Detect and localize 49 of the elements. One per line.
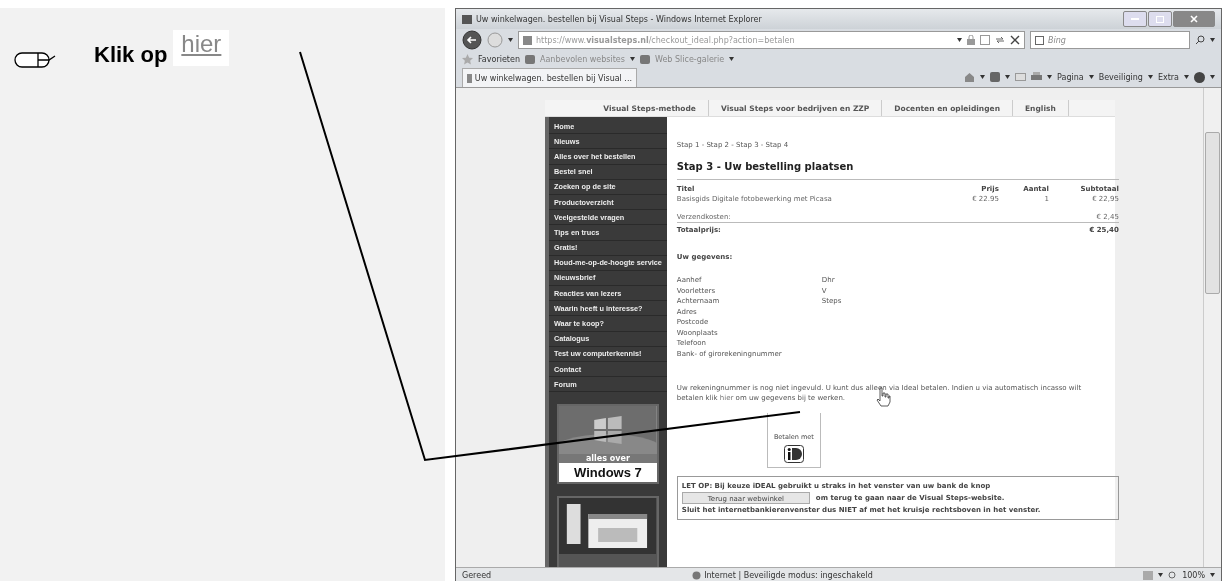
minimize-button[interactable] [1123,11,1147,27]
command-menu[interactable]: Extra [1157,72,1179,82]
instruction-text: Klik op [94,42,168,68]
scrollbar[interactable] [1203,88,1221,567]
caret-icon[interactable] [1005,75,1011,79]
caret-icon[interactable] [1158,573,1164,577]
security-zone-text: Internet | Beveiligde modus: ingeschakeld [704,570,873,580]
caret-icon[interactable] [957,38,962,42]
caret-icon[interactable] [729,57,735,61]
page-heading: Stap 3 - Uw bestelling plaatsen [676,161,1119,180]
close-icon[interactable] [1010,35,1020,45]
url-text: https://www.visualsteps.nl/checkout_ideal.php?action=betalen [536,35,795,45]
promo-banner[interactable]: alles over Windows 7 [557,404,659,485]
ideal-logo-icon [783,445,804,463]
caret-icon[interactable] [1147,75,1153,79]
lock-icon[interactable] [967,35,975,45]
star-icon[interactable] [462,53,473,65]
maximize-icon [1156,15,1164,23]
scroll-thumb[interactable] [1205,132,1220,294]
caret-icon[interactable] [1210,38,1215,42]
promo-title: Windows 7 [573,464,643,483]
caret-icon[interactable] [1210,75,1215,79]
command-menu[interactable]: Beveiliging [1098,72,1143,82]
caret-icon[interactable] [1047,75,1053,79]
home-icon[interactable] [964,72,976,82]
zoom-level[interactable]: 100% [1182,570,1205,580]
print-icon[interactable] [1031,72,1043,82]
back-button[interactable] [462,30,482,50]
close-icon [1190,15,1198,23]
caret-icon[interactable] [508,38,513,42]
caret-icon[interactable] [1210,573,1215,577]
link-sample: hier [173,30,230,66]
search-icon[interactable] [1195,35,1205,45]
favorites-item[interactable]: Favorieten [478,54,520,64]
mouse-icon [14,52,58,68]
promo-band: alles over [559,454,657,464]
minimize-icon [1131,17,1139,21]
caret-icon[interactable] [1088,75,1094,79]
window-title: Uw winkelwagen. bestellen bij Visual Steps - Windows Internet Explorer [476,14,762,24]
search-field[interactable]: Bing [1030,31,1190,49]
browser-tab[interactable]: Uw winkelwagen. bestellen bij Visual ... [462,68,637,87]
refresh-icon[interactable] [995,35,1005,45]
search-placeholder: Bing [1048,35,1066,45]
command-menu[interactable]: Pagina [1057,72,1084,82]
caret-icon[interactable] [1184,75,1189,79]
caret-icon[interactable] [629,57,635,61]
maximize-button[interactable] [1148,11,1172,27]
status-text: Gereed [462,570,492,580]
caret-icon[interactable] [980,75,986,79]
